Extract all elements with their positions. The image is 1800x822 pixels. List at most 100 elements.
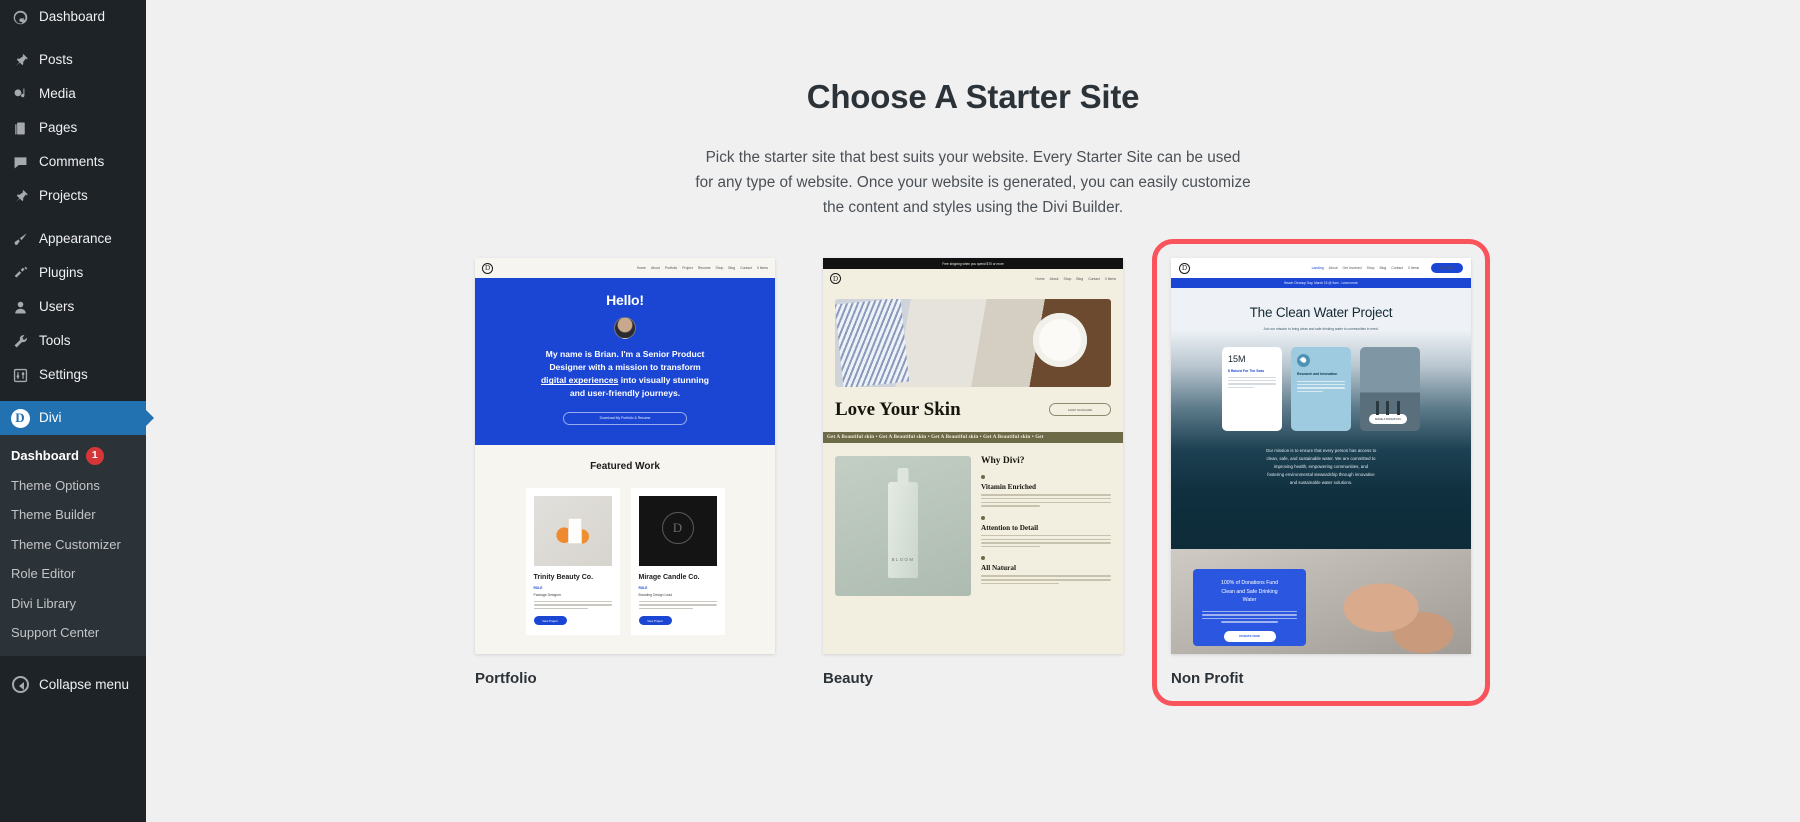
sidebar-item-tools[interactable]: Tools	[0, 324, 146, 358]
sidebar-item-comments[interactable]: Comments	[0, 145, 146, 179]
collapse-menu-button[interactable]: Collapse menu	[0, 668, 146, 701]
sidebar-item-label: Plugins	[39, 265, 84, 281]
feature-item: Vitamin Enriched	[981, 475, 1111, 507]
portfolio-featured-section: Featured Work Trinity Beauty Co. ROLE Pa…	[475, 444, 775, 655]
water-drop-icon	[1297, 353, 1310, 367]
sidebar-item-label: Tools	[39, 333, 71, 349]
mini-nav-link: Resume	[697, 266, 711, 271]
nonprofit-event-strip: Beach Cleanup Day, March 15 @ 9am - Lear…	[1171, 278, 1471, 289]
work-card: Mirage Candle Co. ROLE Branding Design L…	[630, 487, 725, 636]
sidebar-item-label: Pages	[39, 120, 78, 136]
mini-nav-link: Contact	[1391, 266, 1403, 271]
submenu-item-theme-builder[interactable]: Theme Builder	[0, 500, 146, 530]
submenu-item-label: Role Editor	[11, 566, 76, 581]
sidebar-item-plugins[interactable]: Plugins	[0, 256, 146, 290]
sidebar-item-projects[interactable]: Projects	[0, 179, 146, 213]
page-description: Pick the starter site that best suits yo…	[695, 149, 1251, 216]
avatar	[614, 317, 636, 340]
announcement-bar: Free shipping when you spend $70 or more	[823, 258, 1123, 270]
sidebar-item-users[interactable]: Users	[0, 290, 146, 324]
donation-callout: 100% of Donations Fund Clean and Safe Dr…	[1193, 569, 1306, 647]
intro-line: Designer with a mission to transform	[549, 362, 701, 373]
submenu-item-support-center[interactable]: Support Center	[0, 618, 146, 648]
work-meta-label: ROLE	[638, 585, 648, 590]
pin-icon	[10, 186, 30, 206]
menu-separator	[0, 34, 146, 43]
nonprofit-heading: The Clean Water Project	[1249, 305, 1393, 321]
feature-text-lines	[981, 575, 1111, 585]
portfolio-hero-button: Download My Portfolio & Resume	[563, 411, 687, 425]
sidebar-item-dashboard[interactable]: Dashboard	[0, 0, 146, 34]
stat-card: 15M $ Raised For The Seas	[1222, 346, 1282, 431]
stat-photo-card: MAKE A DONATION	[1360, 346, 1420, 431]
mini-nav-links: Landing About Get Involved Shop Blog Con…	[1312, 263, 1463, 274]
sidebar-item-label: Posts	[39, 52, 73, 68]
submenu-item-theme-customizer[interactable]: Theme Customizer	[0, 530, 146, 560]
intro-line-3: digital experiences into visually stunni…	[497, 374, 753, 387]
feature-title: All Natural	[981, 564, 1016, 573]
stat-text-lines	[1297, 380, 1345, 393]
portfolio-hero: Hello! My name is Brian. I'm a Senior Pr…	[475, 278, 775, 445]
submenu-item-theme-options[interactable]: Theme Options	[0, 471, 146, 501]
work-card: Trinity Beauty Co. ROLE Package Designer…	[525, 487, 620, 636]
nonprofit-subheading: Join our mission to bring clean and safe…	[1263, 327, 1379, 332]
nonprofit-mini-nav: D Landing About Get Involved Shop Blog C…	[1171, 258, 1471, 279]
stat-value: 15M	[1228, 353, 1246, 364]
mini-nav-link: 0 Items	[1407, 266, 1420, 271]
sidebar-item-posts[interactable]: Posts	[0, 43, 146, 77]
work-image	[533, 495, 612, 566]
donation-title-line: 100% of Donations Fund	[1220, 580, 1279, 587]
mini-nav-link: Home	[1035, 276, 1045, 281]
mini-nav-link: About	[650, 266, 660, 271]
mini-nav-link: Shop	[1366, 266, 1375, 271]
feature-title: Vitamin Enriched	[981, 483, 1037, 492]
beauty-heading: Love Your Skin	[835, 399, 961, 421]
feature-item: Attention to Detail	[981, 515, 1111, 548]
intro-line: My name is Brian. I'm a Senior Product	[545, 349, 705, 360]
portfolio-mini-nav: D Home About Portfolio Project Resume Sh…	[475, 258, 775, 279]
sidebar-item-media[interactable]: Media	[0, 77, 146, 111]
starter-site-card-portfolio[interactable]: D Home About Portfolio Project Resume Sh…	[475, 258, 775, 687]
sidebar-item-divi[interactable]: D Divi	[0, 401, 146, 435]
feature-item: All Natural	[981, 556, 1111, 585]
intro-link: digital experiences	[540, 375, 619, 386]
starter-site-card-nonprofit[interactable]: D Landing About Get Involved Shop Blog C…	[1152, 239, 1490, 707]
submenu-item-dashboard[interactable]: Dashboard 1	[0, 441, 146, 471]
wrench-icon	[10, 331, 30, 351]
beauty-hero-image	[835, 299, 1111, 388]
mission-line: clean, safe, and sustainable water. We a…	[1266, 455, 1376, 461]
product-label: BLOOM	[891, 557, 915, 563]
work-button: View Project	[533, 616, 567, 626]
divi-submenu: Dashboard 1 Theme Options Theme Builder …	[0, 435, 146, 656]
starter-site-card-beauty[interactable]: Free shipping when you spend $70 or more…	[823, 258, 1123, 687]
beauty-feature-list: Why Divi? Vitamin Enriched Attention to …	[981, 456, 1111, 654]
sidebar-item-settings[interactable]: Settings	[0, 358, 146, 392]
work-meta-label: ROLE	[533, 585, 543, 590]
submenu-item-divi-library[interactable]: Divi Library	[0, 589, 146, 619]
mini-nav-link: About	[1328, 266, 1338, 271]
make-a-donation-button: MAKE A DONATION	[1369, 413, 1407, 424]
featured-work-grid: Trinity Beauty Co. ROLE Package Designer…	[475, 487, 775, 636]
sidebar-item-appearance[interactable]: Appearance	[0, 222, 146, 256]
portfolio-thumbnail: D Home About Portfolio Project Resume Sh…	[475, 258, 775, 655]
stat-label: $ Raised For The Seas	[1228, 368, 1265, 373]
mini-nav-link: Blog	[728, 266, 736, 271]
media-icon	[10, 84, 30, 104]
sidebar-item-label: Dashboard	[39, 9, 106, 25]
menu-separator	[0, 392, 146, 401]
sidebar-item-label: Divi	[39, 410, 62, 426]
mini-nav-link: Home	[636, 266, 646, 271]
submenu-item-label: Support Center	[11, 625, 100, 640]
mini-nav-link: Blog	[1379, 266, 1387, 271]
donation-text-lines	[1202, 610, 1297, 623]
intro-line-tail: into visually stunning	[618, 375, 710, 386]
collapse-arrow-icon	[10, 675, 30, 693]
sidebar-item-label: Media	[39, 86, 76, 102]
main-content: Choose A Starter Site Pick the starter s…	[146, 0, 1800, 822]
feature-text-lines	[981, 494, 1111, 507]
sidebar-item-pages[interactable]: Pages	[0, 111, 146, 145]
stat-text-lines	[1228, 376, 1276, 389]
beauty-product-image: BLOOM	[835, 456, 971, 597]
work-text-lines	[533, 600, 612, 610]
submenu-item-role-editor[interactable]: Role Editor	[0, 559, 146, 589]
